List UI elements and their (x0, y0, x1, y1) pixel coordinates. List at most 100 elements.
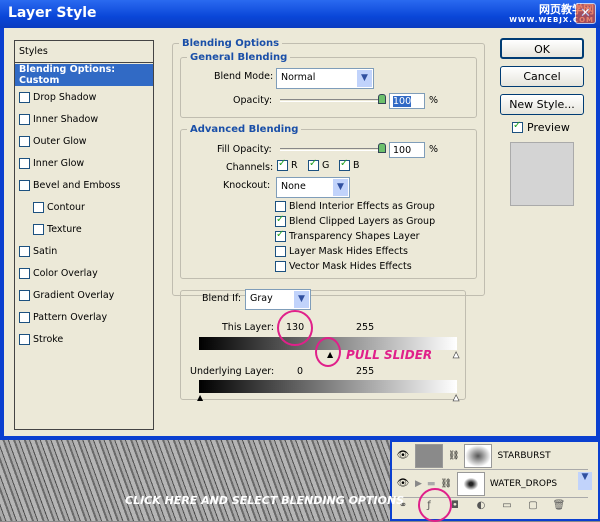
adjustment-layer-icon[interactable]: ◐ (472, 500, 490, 511)
eye-icon[interactable]: 👁 (396, 478, 410, 489)
dialog-body: Styles Blending Options: Custom Drop Sha… (4, 28, 596, 436)
channel-checkbox-g[interactable]: G (308, 158, 330, 171)
checkbox-icon[interactable] (19, 157, 30, 169)
style-item[interactable]: Pattern Overlay (15, 306, 153, 328)
fill-opacity-slider-thumb[interactable] (378, 143, 386, 153)
ok-button[interactable]: OK (500, 38, 584, 59)
channel-checkbox-r[interactable]: R (277, 158, 298, 171)
style-item[interactable]: Drop Shadow (15, 86, 153, 108)
style-item[interactable]: Satin (15, 240, 153, 262)
folder-icon: ▬ (426, 478, 436, 489)
window-title: Layer Style (8, 5, 97, 21)
checkbox-icon[interactable] (19, 179, 30, 191)
styles-list: Styles Blending Options: Custom Drop Sha… (14, 40, 154, 430)
advanced-blending-title: Advanced Blending (190, 124, 299, 135)
preview-label: Preview (527, 121, 570, 134)
advanced-option-checkbox[interactable]: Blend Clipped Layers as Group (275, 214, 436, 227)
expand-arrow-icon[interactable]: ▶ (415, 479, 422, 489)
channel-label: G (322, 160, 330, 171)
checkbox-icon[interactable] (33, 201, 44, 213)
checkbox-icon (275, 261, 286, 272)
general-blending-title: General Blending (190, 52, 288, 63)
blend-if-value: Gray (250, 293, 273, 304)
chevron-down-icon: ▼ (294, 291, 309, 308)
option-label: Blend Clipped Layers as Group (289, 216, 436, 227)
style-item[interactable]: Inner Glow (15, 152, 153, 174)
eye-icon[interactable]: 👁 (396, 450, 410, 461)
style-item[interactable]: Texture (15, 218, 153, 240)
style-item[interactable]: Stroke (15, 328, 153, 350)
checkbox-icon (339, 158, 350, 171)
opacity-slider-thumb[interactable] (378, 94, 386, 104)
trash-icon[interactable]: 🗑 (550, 500, 568, 511)
styles-header-label: Styles (19, 46, 48, 57)
new-group-icon[interactable]: ▭ (498, 500, 516, 511)
style-item-label: Outer Glow (33, 135, 87, 147)
opacity-label: Opacity: (233, 95, 273, 106)
fill-opacity-value: 100 (393, 145, 412, 156)
fill-opacity-slider[interactable] (280, 148, 384, 151)
this-layer-high-value: 255 (356, 322, 375, 333)
style-item[interactable]: Color Overlay (15, 262, 153, 284)
checkbox-icon[interactable] (19, 289, 30, 301)
checkbox-icon (275, 229, 286, 242)
knockout-select[interactable]: None ▼ (276, 177, 350, 198)
style-item-label: Blending Options: Custom (19, 64, 116, 86)
checkbox-icon (277, 158, 288, 171)
checkbox-icon[interactable] (19, 245, 30, 257)
preview-checkbox[interactable]: Preview (512, 120, 570, 134)
opacity-slider[interactable] (280, 99, 384, 102)
blending-options-title: Blending Options (182, 38, 280, 49)
checkbox-icon[interactable] (19, 267, 30, 279)
checkbox-icon[interactable] (19, 311, 30, 323)
this-layer-white-slider[interactable]: ▲ (453, 350, 460, 359)
style-item[interactable]: Bevel and Emboss (15, 174, 153, 196)
style-item-label: Inner Glow (33, 157, 85, 169)
blend-mode-value: Normal (281, 72, 316, 83)
click-here-annotation: CLICK HERE AND SELECT BLENDING OPTIONS (125, 494, 405, 507)
layer-row-starburst[interactable]: 👁 ⛓ STARBURST (392, 442, 588, 470)
style-item-label: Stroke (33, 333, 64, 345)
checkbox-icon (275, 214, 286, 227)
advanced-option-checkbox[interactable]: Vector Mask Hides Effects (275, 261, 412, 272)
checkbox-icon (308, 158, 319, 171)
styles-header[interactable]: Styles (15, 41, 153, 63)
checkbox-icon[interactable] (19, 113, 30, 125)
style-item-label: Gradient Overlay (33, 289, 115, 301)
underlying-black-slider[interactable]: ▲ (197, 394, 203, 402)
opacity-value: 100 (393, 96, 412, 107)
advanced-option-checkbox[interactable]: Transparency Shapes Layer (275, 229, 420, 242)
channels-label: Channels: (226, 162, 274, 173)
checkbox-icon[interactable] (33, 223, 44, 235)
checkbox-icon[interactable] (19, 333, 30, 345)
scroll-down-button[interactable]: ▼ (578, 472, 592, 490)
layer-style-dialog: Layer Style 网页教学网 WWW.WEBJX.COM Styles Bl… (0, 0, 600, 440)
style-item[interactable]: Inner Shadow (15, 108, 153, 130)
opacity-percent: % (429, 95, 439, 106)
style-item-blending-options[interactable]: Blending Options: Custom (15, 64, 153, 86)
channel-checkbox-b[interactable]: B (339, 158, 360, 171)
advanced-option-checkbox[interactable]: Layer Mask Hides Effects (275, 246, 408, 257)
style-item[interactable]: Outer Glow (15, 130, 153, 152)
mask-thumbnail (464, 443, 493, 468)
style-item-label: Texture (47, 223, 82, 235)
new-style-button[interactable]: New Style... (500, 94, 584, 115)
advanced-option-checkbox[interactable]: Blend Interior Effects as Group (275, 201, 435, 212)
cancel-button[interactable]: Cancel (500, 66, 584, 87)
checkbox-icon[interactable] (19, 135, 30, 147)
style-item[interactable]: Gradient Overlay (15, 284, 153, 306)
new-layer-icon[interactable]: ▢ (524, 500, 542, 511)
checkbox-icon[interactable] (19, 91, 30, 103)
option-label: Layer Mask Hides Effects (289, 246, 408, 257)
option-label: Vector Mask Hides Effects (289, 261, 412, 272)
fill-opacity-input[interactable]: 100 (389, 142, 425, 158)
blend-if-select[interactable]: Gray ▼ (245, 289, 311, 310)
opacity-input[interactable]: 100 (389, 93, 425, 109)
blend-mode-label: Blend Mode: (214, 71, 274, 82)
style-item[interactable]: Contour (15, 196, 153, 218)
underlying-layer-gradient[interactable] (199, 380, 457, 393)
underlying-white-slider[interactable]: ▲ (453, 393, 460, 402)
blend-mode-select[interactable]: Normal ▼ (276, 68, 374, 89)
checkbox-icon (512, 120, 523, 133)
close-button[interactable]: ✕ (575, 3, 596, 24)
